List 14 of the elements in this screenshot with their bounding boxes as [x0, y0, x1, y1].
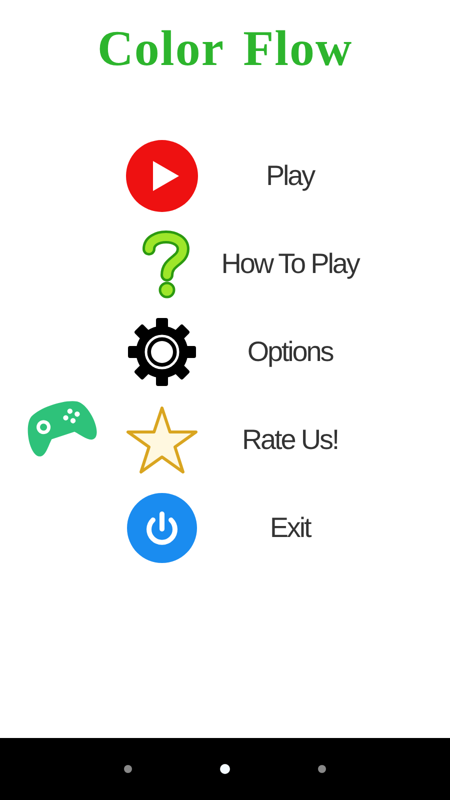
menu-item[interactable]: Exit	[270, 512, 310, 544]
menu-item[interactable]: How To Play	[221, 248, 359, 280]
app-title: Color Flow	[97, 20, 353, 76]
home-dot-icon[interactable]	[220, 764, 230, 774]
play-icon[interactable]	[125, 139, 199, 213]
back-dot-icon[interactable]	[124, 765, 132, 773]
menu-item[interactable]: Options	[247, 336, 333, 368]
question-mark-icon[interactable]	[141, 229, 191, 299]
menu-item[interactable]: Play	[266, 160, 314, 192]
power-icon[interactable]	[126, 492, 198, 564]
star-icon[interactable]	[126, 405, 198, 475]
recents-dot-icon[interactable]	[318, 765, 326, 773]
menu-item[interactable]: Rate Us!	[242, 424, 338, 456]
gear-icon[interactable]	[126, 316, 198, 388]
